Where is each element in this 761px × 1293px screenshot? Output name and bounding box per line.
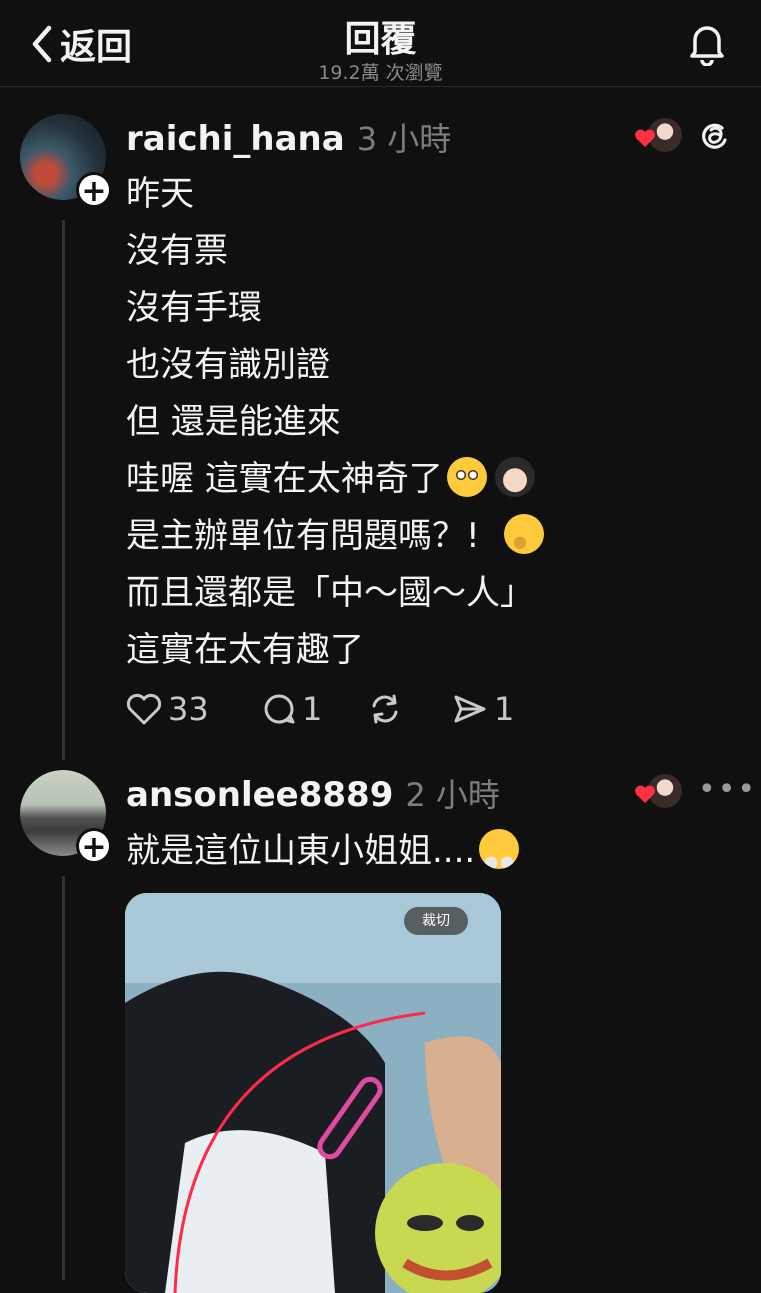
more-icon[interactable]: ••• bbox=[698, 772, 757, 807]
photo-content bbox=[125, 893, 501, 1293]
thread-line bbox=[62, 876, 65, 1280]
reply-post: + ansonlee8889 2 小時 ••• 就是這位山東小姐姐.... 裁切 bbox=[0, 0, 761, 1293]
post-image[interactable] bbox=[125, 893, 501, 1293]
heart-icon bbox=[635, 785, 655, 803]
username[interactable]: ansonlee8889 bbox=[126, 775, 393, 815]
avatar[interactable]: + bbox=[20, 770, 112, 865]
steam-from-nose-emoji bbox=[479, 829, 520, 869]
post-time: 2 小時 bbox=[405, 776, 500, 814]
post-body: 就是這位山東小姐姐.... bbox=[126, 823, 523, 880]
post-line: 就是這位山東小姐姐.... bbox=[126, 831, 476, 871]
follow-plus-button[interactable]: + bbox=[76, 828, 112, 865]
liked-by-avatar[interactable] bbox=[634, 774, 682, 814]
crop-badge: 裁切 bbox=[404, 907, 468, 935]
